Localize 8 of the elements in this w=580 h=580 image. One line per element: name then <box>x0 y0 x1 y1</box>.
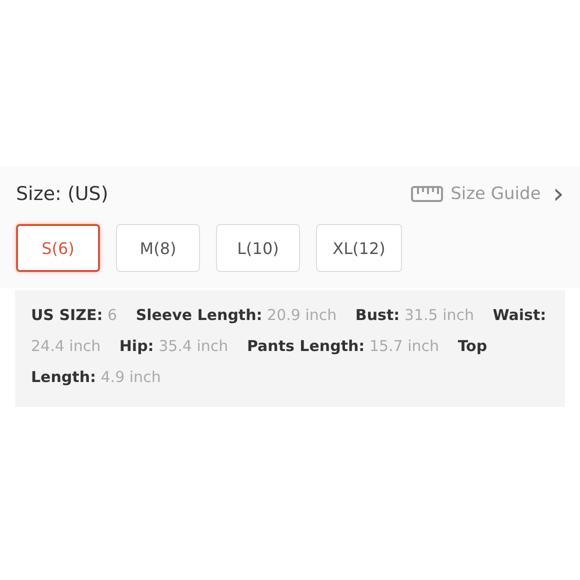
size-option[interactable]: S(6) <box>16 224 100 272</box>
size-title: Size: (US) <box>16 183 108 205</box>
ruler-icon <box>410 185 443 203</box>
measurements-text: US SIZE: 6 Sleeve Length: 20.9 inch Bust: 31.5 inch Waist: 24.4 inch Hip: 35.4 inch Pants Length: 15.7 inch Top Length: 4.9 inch <box>31 305 548 388</box>
size-option[interactable]: L(10) <box>216 224 300 272</box>
size-guide-link[interactable]: Size Guide › <box>410 180 564 208</box>
size-option[interactable]: XL(12) <box>316 224 402 272</box>
size-option[interactable]: M(8) <box>116 224 200 272</box>
